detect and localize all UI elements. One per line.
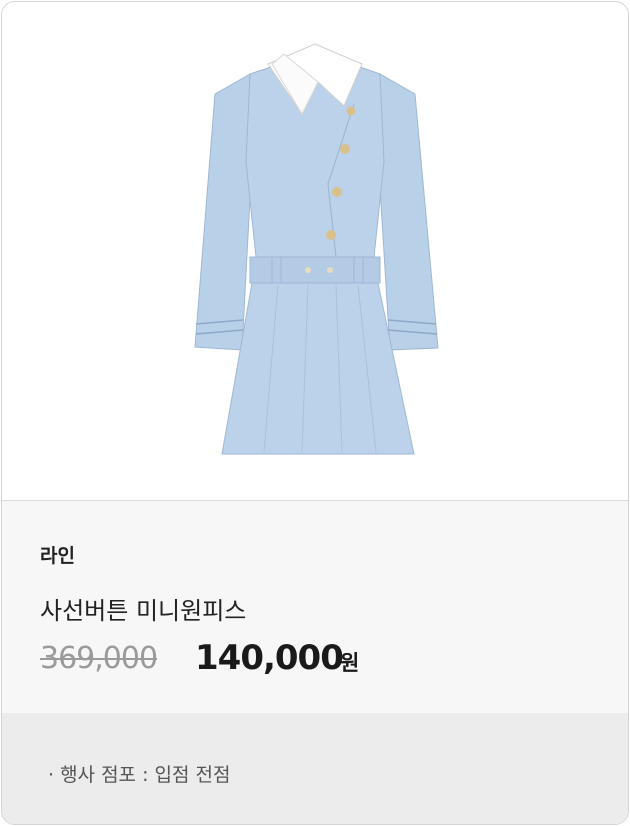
dress-illustration [194, 43, 439, 455]
event-stores: · 행사 점포 : 입점 전점 [48, 764, 231, 786]
sale-price: 140,000 [195, 638, 344, 678]
event-info: · 행사 점포 : 입점 전점 [2, 713, 628, 824]
product-info[interactable]: 라인 사선버튼 미니원피스 369,000 140,000 원 [2, 501, 628, 713]
brand-name: 라인 [40, 545, 75, 567]
product-card[interactable]: 라인 사선버튼 미니원피스 369,000 140,000 원 · 행사 점포 … [1, 1, 629, 825]
product-image[interactable] [2, 2, 628, 501]
product-name[interactable]: 사선버튼 미니원피스 [40, 591, 246, 626]
original-price: 369,000 [40, 641, 158, 676]
price-unit: 원 [340, 651, 360, 675]
